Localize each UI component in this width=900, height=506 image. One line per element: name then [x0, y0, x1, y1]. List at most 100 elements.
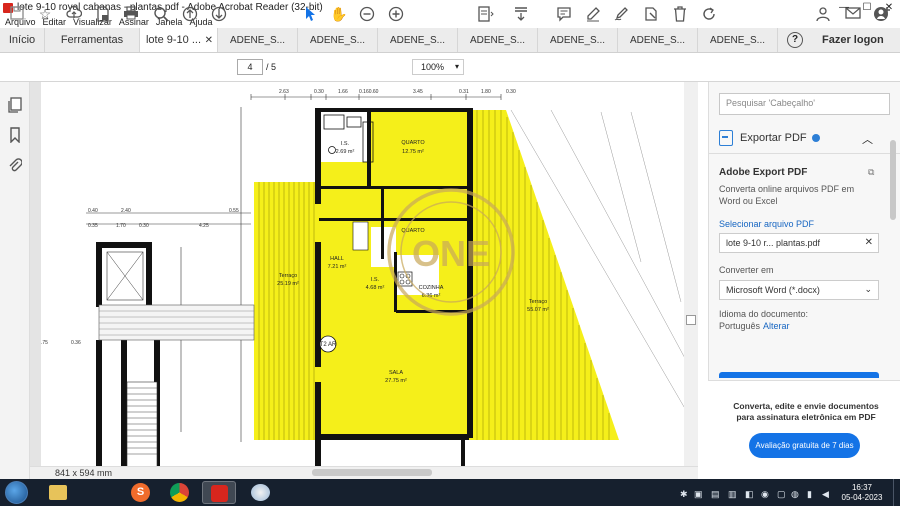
bookmark-icon[interactable]: [7, 127, 23, 144]
room-area: 55.07 m²: [527, 307, 549, 313]
bluetooth-icon[interactable]: ✱: [680, 489, 688, 500]
fit-page-icon[interactable]: [477, 6, 494, 22]
tab-document[interactable]: ADENE_S...: [538, 28, 618, 52]
svg-text:2.40: 2.40: [121, 208, 131, 214]
scroll-mode-icon[interactable]: [513, 6, 529, 22]
copy-icon[interactable]: ⧉: [868, 167, 874, 178]
change-language-link[interactable]: Alterar: [763, 321, 790, 331]
redo-icon[interactable]: [701, 6, 717, 22]
tab-document[interactable]: ADENE_S...: [218, 28, 298, 52]
comment-icon[interactable]: [556, 6, 572, 22]
previous-page-icon[interactable]: [182, 6, 198, 22]
room-label: Terraço: [529, 299, 547, 305]
scroll-handle-icon[interactable]: [686, 315, 696, 325]
add-user-icon[interactable]: [873, 6, 890, 22]
convert-button[interactable]: [719, 372, 879, 378]
tray-app-icon[interactable]: ▤: [711, 489, 720, 500]
svg-text:0.40: 0.40: [88, 208, 98, 214]
search-input[interactable]: Pesquisar 'Cabeçalho': [719, 93, 890, 115]
tab-document[interactable]: ADENE_S...: [298, 28, 378, 52]
tab-home[interactable]: Início: [0, 28, 45, 52]
page-number-input[interactable]: 4: [237, 59, 263, 75]
start-button-icon[interactable]: [5, 481, 28, 504]
show-desktop-button[interactable]: [893, 479, 900, 506]
protect-document-icon[interactable]: [95, 6, 111, 22]
language-row: Português Alterar: [719, 321, 790, 331]
star-icon[interactable]: ☆: [37, 6, 53, 22]
zoom-search-icon[interactable]: [153, 6, 169, 22]
mail-icon[interactable]: [845, 6, 861, 22]
help-icon[interactable]: ?: [787, 32, 803, 48]
room-area: 2.69 m²: [336, 149, 355, 155]
page-thumbnails-icon[interactable]: [7, 97, 23, 113]
taskbar-paint[interactable]: [244, 481, 278, 504]
zoom-level-value: 100%: [421, 62, 445, 72]
system-clock[interactable]: 16:37 05-04-2023: [838, 483, 886, 503]
clock-time: 16:37: [851, 483, 873, 492]
watermark-text: ONE: [412, 233, 490, 274]
hand-tool-icon[interactable]: ✋: [330, 6, 347, 22]
volume-icon[interactable]: ◀: [822, 489, 829, 500]
svg-text:3.45: 3.45: [413, 89, 423, 95]
print-icon[interactable]: [123, 6, 139, 22]
tray-app-icon[interactable]: ◧: [745, 489, 754, 500]
fill-sign-icon[interactable]: [643, 6, 659, 22]
free-trial-button[interactable]: Avaliação gratuita de 7 dias: [749, 433, 860, 458]
document-viewer[interactable]: 2.63 0.30 1.66 0.160.60 3.45 0.31 1.80 0.30 0…: [30, 82, 698, 479]
cloud-upload-icon[interactable]: [66, 5, 83, 22]
tab-document[interactable]: ADENE_S...: [618, 28, 698, 52]
export-pdf-header[interactable]: Exportar PDF: [719, 130, 820, 146]
next-page-icon[interactable]: [211, 6, 227, 22]
tab-active-document[interactable]: lote 9-10 ... ✕: [140, 28, 218, 52]
sign-icon[interactable]: [613, 6, 629, 22]
close-tab-icon[interactable]: ✕: [205, 35, 213, 46]
select-cursor-icon[interactable]: [302, 6, 318, 22]
user-manage-icon[interactable]: [815, 6, 831, 22]
tray-app-icon[interactable]: ◉: [761, 489, 769, 500]
zoom-level-select[interactable]: 100% ▾: [412, 59, 464, 75]
floor-plan-drawing: 2.63 0.30 1.66 0.160.60 3.45 0.31 1.80 0.30 0…: [41, 89, 687, 467]
window-title: lote 9-10 royal cabanas - plantas.pdf - …: [17, 2, 323, 13]
taskbar-acrobat[interactable]: [202, 481, 236, 504]
tray-app-icon[interactable]: ▢: [777, 489, 786, 500]
login-button[interactable]: Fazer logon: [822, 34, 884, 46]
chevron-up-icon[interactable]: ︿: [862, 131, 873, 147]
tab-document[interactable]: ADENE_S...: [378, 28, 458, 52]
delete-icon[interactable]: [672, 6, 688, 22]
svg-text:1.66: 1.66: [338, 89, 348, 95]
svg-text:0.30: 0.30: [314, 89, 324, 95]
select-pdf-link[interactable]: Selecionar arquivo PDF: [719, 219, 814, 229]
remove-file-icon[interactable]: ✕: [865, 237, 873, 248]
highlight-pen-icon[interactable]: [585, 6, 601, 22]
tab-bar: Início Ferramentas lote 9-10 ... ✕ ADENE…: [0, 28, 900, 53]
taskbar-explorer[interactable]: [41, 481, 75, 504]
convert-label: Converter em: [719, 265, 774, 275]
tab-tools[interactable]: Ferramentas: [45, 28, 140, 52]
vertical-scrollbar[interactable]: [684, 82, 698, 466]
tab-document[interactable]: ADENE_S...: [698, 28, 778, 52]
room-label: QUARTO: [401, 140, 425, 146]
svg-text:0.30: 0.30: [139, 223, 149, 229]
horizontal-scroll-thumb[interactable]: [312, 469, 432, 476]
tray-app-icon[interactable]: ▥: [728, 489, 737, 500]
chevron-down-icon: ▾: [454, 62, 459, 71]
save-icon[interactable]: [9, 6, 25, 22]
network-icon[interactable]: ▮: [807, 489, 812, 500]
promo-box: [708, 380, 900, 479]
chrome-tray-icon[interactable]: ◍: [791, 489, 799, 500]
panel-scrollbar[interactable]: [890, 140, 896, 220]
svg-text:0.36: 0.36: [71, 340, 81, 346]
zoom-out-icon[interactable]: [359, 6, 375, 22]
attachment-icon[interactable]: [7, 157, 23, 173]
room-label: I.S.: [371, 277, 380, 283]
pdf-page[interactable]: 2.63 0.30 1.66 0.160.60 3.45 0.31 1.80 0.30 0…: [41, 82, 687, 467]
svg-text:0.31: 0.31: [459, 89, 469, 95]
taskbar-chrome[interactable]: [163, 481, 197, 504]
tray-app-icon[interactable]: ▣: [694, 489, 703, 500]
convert-format-select[interactable]: Microsoft Word (*.docx) ⌄: [719, 280, 879, 300]
svg-text:1.80: 1.80: [481, 89, 491, 95]
app-s-icon: S: [131, 483, 150, 502]
zoom-in-icon[interactable]: [388, 6, 404, 22]
taskbar-app-s[interactable]: S: [124, 481, 158, 504]
tab-document[interactable]: ADENE_S...: [458, 28, 538, 52]
